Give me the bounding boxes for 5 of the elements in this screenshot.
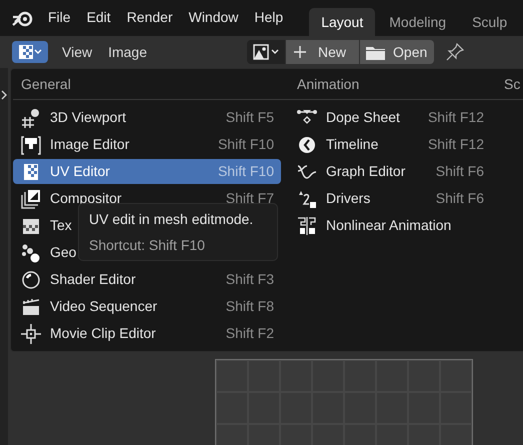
- tooltip-description: UV edit in mesh editmode.: [89, 210, 254, 228]
- section-heading: Animation: [291, 69, 503, 100]
- tooltip-shortcut: Shortcut: Shift F10: [89, 236, 206, 254]
- section-heading: General: [13, 69, 291, 100]
- section-heading: Sc: [503, 69, 523, 100]
